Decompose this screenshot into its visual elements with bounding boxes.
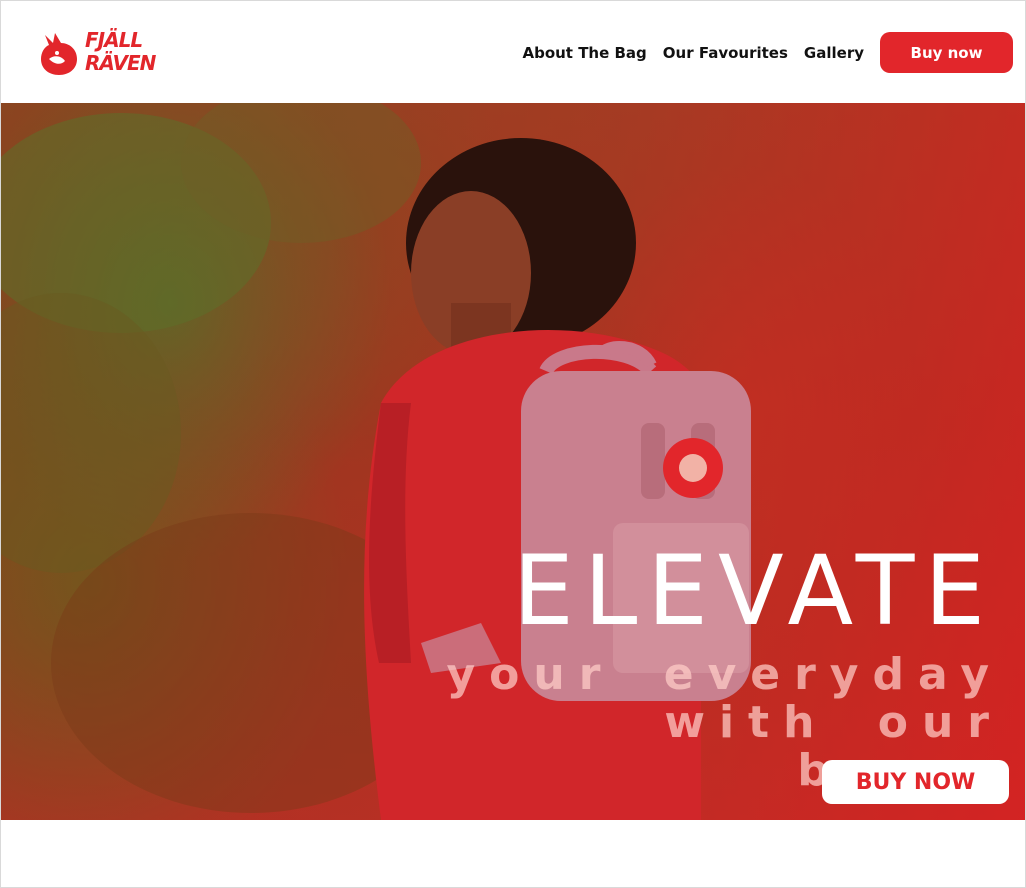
logo-wordmark: FJÄLL RÄVEN xyxy=(85,28,156,76)
backpack-logo-badge-icon xyxy=(663,438,723,498)
buy-now-nav-button[interactable]: Buy now xyxy=(880,32,1013,73)
brand-logo[interactable]: FJÄLL RÄVEN xyxy=(39,27,179,79)
nav-item-our-favourites[interactable]: Our Favourites xyxy=(663,44,788,62)
nav-item-about-the-bag[interactable]: About The Bag xyxy=(522,44,646,62)
site-header: FJÄLL RÄVEN About The Bag Our Favourites… xyxy=(1,1,1025,102)
hero-subline-1: your everyday xyxy=(446,649,1003,700)
page-frame: FJÄLL RÄVEN About The Bag Our Favourites… xyxy=(0,0,1026,888)
fox-logo-icon xyxy=(41,33,77,75)
main-nav: About The Bag Our Favourites Gallery Buy… xyxy=(522,32,1013,73)
logo-line-2: RÄVEN xyxy=(85,51,156,75)
nav-item-gallery[interactable]: Gallery xyxy=(804,44,864,62)
buy-now-hero-button[interactable]: BUY NOW xyxy=(822,760,1009,804)
hero-banner: ELEVATE your everyday with our bags. BUY… xyxy=(1,103,1025,820)
hero-headline: ELEVATE xyxy=(513,535,995,647)
logo-line-1: FJÄLL xyxy=(85,28,143,52)
